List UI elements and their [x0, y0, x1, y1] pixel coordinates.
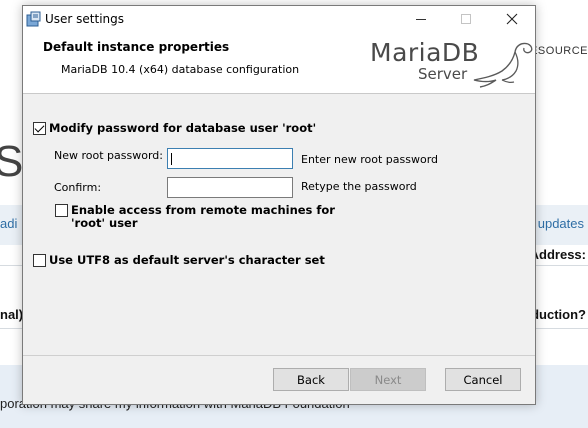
- installer-icon: [26, 11, 41, 27]
- utf8-label[interactable]: Use UTF8 as default server's character s…: [49, 254, 325, 267]
- remote-access-label[interactable]: Enable access from remote machines for '…: [71, 204, 341, 230]
- text-caret: [171, 153, 172, 165]
- mariadb-logo: MariaDB Server: [368, 36, 536, 90]
- confirm-password-input[interactable]: [167, 177, 293, 198]
- confirm-password-label: Confirm:: [54, 181, 102, 194]
- page-title: Default instance properties: [43, 40, 230, 54]
- footer-divider: [23, 355, 535, 356]
- seal-logo-icon: [473, 42, 533, 88]
- user-settings-dialog: User settings Default instance propertie…: [22, 5, 536, 405]
- next-button[interactable]: Next: [350, 368, 426, 391]
- minimize-icon: [416, 18, 426, 20]
- dialog-header: Default instance properties MariaDB 10.4…: [23, 32, 535, 94]
- modify-password-label[interactable]: Modify password for database user 'root': [49, 122, 316, 135]
- close-icon: [506, 13, 518, 25]
- background-updates-link[interactable]: updates: [538, 216, 584, 231]
- modify-password-checkbox[interactable]: [33, 122, 46, 135]
- minimize-button[interactable]: [398, 6, 444, 32]
- utf8-option[interactable]: Use UTF8 as default server's character s…: [33, 254, 325, 267]
- new-password-input[interactable]: [167, 148, 293, 169]
- modify-password-option[interactable]: Modify password for database user 'root': [33, 122, 316, 135]
- window-title: User settings: [45, 12, 125, 26]
- logo-product-text: Server: [418, 65, 468, 83]
- logo-brand-text: MariaDB: [370, 38, 480, 67]
- utf8-checkbox[interactable]: [33, 254, 46, 267]
- background-address-label: Address:: [529, 247, 586, 262]
- maximize-icon: [461, 14, 471, 24]
- cancel-button[interactable]: Cancel: [445, 368, 521, 391]
- background-resources-link[interactable]: ESOURCE: [530, 45, 588, 57]
- new-password-hint: Enter new root password: [301, 153, 439, 166]
- maximize-button[interactable]: [443, 6, 489, 32]
- title-bar[interactable]: User settings: [23, 6, 535, 32]
- back-button[interactable]: Back: [273, 368, 349, 391]
- background-heading-fragment: S: [0, 137, 24, 186]
- new-password-label: New root password:: [54, 149, 163, 162]
- dialog-body: Modify password for database user 'root'…: [23, 95, 535, 355]
- background-left-link[interactable]: adi: [0, 216, 17, 231]
- background-question-label: duction?: [531, 307, 586, 322]
- remote-access-option[interactable]: Enable access from remote machines for '…: [55, 204, 341, 230]
- page-subtitle: MariaDB 10.4 (x64) database configuratio…: [61, 63, 300, 76]
- close-button[interactable]: [489, 6, 535, 32]
- confirm-password-hint: Retype the password: [301, 180, 417, 193]
- remote-access-checkbox[interactable]: [55, 204, 68, 217]
